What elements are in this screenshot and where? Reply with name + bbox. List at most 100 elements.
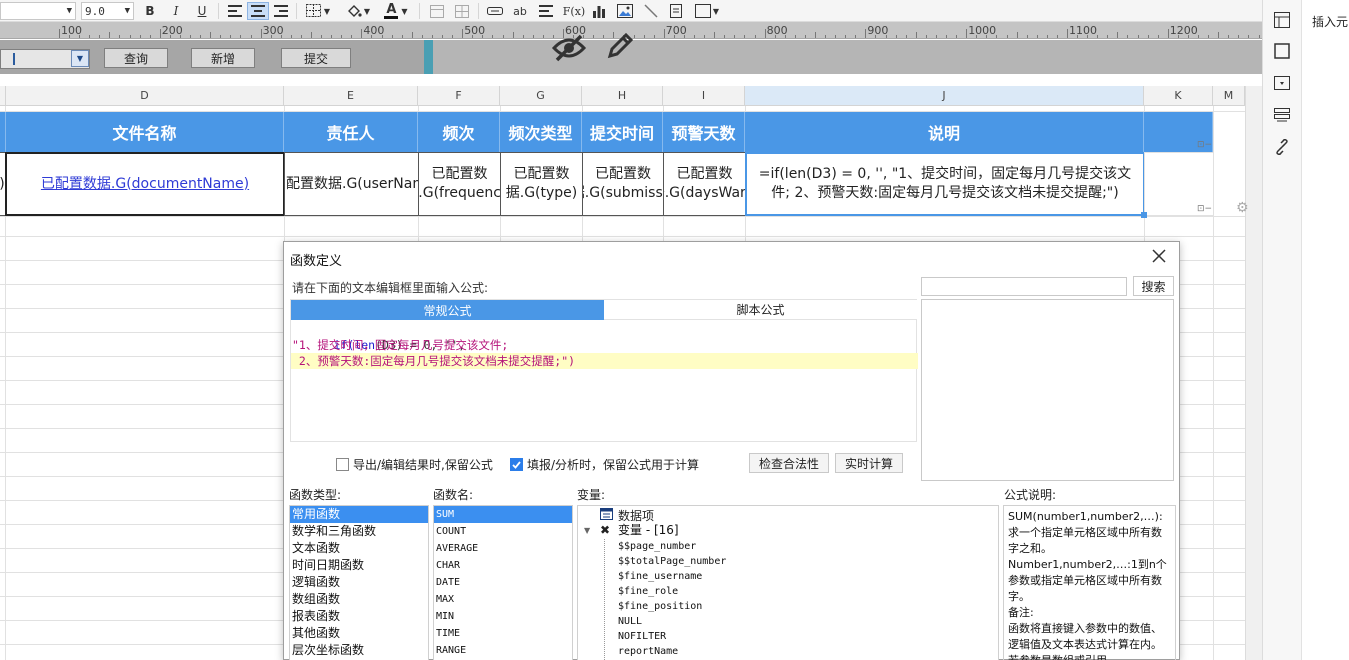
list-item[interactable]: 数学和三角函数 <box>290 523 428 540</box>
add-button[interactable]: 新增 <box>191 48 255 68</box>
realtime-calc-button[interactable]: 实时计算 <box>835 453 903 473</box>
list-item[interactable]: MIN <box>434 608 572 625</box>
tab-script-formula[interactable]: 脚本公式 <box>604 300 917 320</box>
checkbox[interactable] <box>336 457 349 471</box>
formula-button[interactable]: F(x) <box>562 2 586 20</box>
list-item[interactable]: COUNT <box>434 523 572 540</box>
align-center-icon[interactable] <box>247 2 269 20</box>
document-name-link[interactable]: 已配置数据.G(documentName) <box>41 175 249 194</box>
keep-formula-on-fill[interactable]: 填报/分析时，保留公式用于计算 <box>510 456 699 472</box>
function-name-list[interactable]: SUM COUNT AVERAGE CHAR DATE MAX MIN TIME… <box>433 505 573 660</box>
header-cell-description[interactable]: 说明 <box>745 112 1144 152</box>
variable-item[interactable]: $$totalPage_number <box>618 554 726 569</box>
list-item[interactable]: AVERAGE <box>434 540 572 557</box>
formula-editor[interactable]: 常规公式 脚本公式 if(len(D3) = 0, '', "1、提交时间，固定… <box>290 299 918 442</box>
insert-element-label[interactable]: 插入元 <box>1312 13 1348 30</box>
tab-regular-formula[interactable]: 常规公式 <box>291 300 604 320</box>
font-color-icon[interactable]: A ▼ <box>380 2 412 20</box>
list-item[interactable]: 时间日期函数 <box>290 557 428 574</box>
list-item[interactable]: 文本函数 <box>290 540 428 557</box>
link-icon[interactable] <box>486 2 504 20</box>
search-results[interactable] <box>921 299 1174 481</box>
code-line-3[interactable]: 2、预警天数:固定每月几号提交该文档未提交提醒;") <box>291 353 918 369</box>
eye-off-icon[interactable] <box>551 33 587 63</box>
list-item[interactable]: CHAR <box>434 557 572 574</box>
italic-button[interactable]: I <box>168 2 184 20</box>
dropdown-box-icon[interactable] <box>1273 74 1291 92</box>
cell-user-name[interactable]: 配置数据.G(userNam <box>284 152 419 216</box>
paragraph-icon[interactable] <box>537 2 555 20</box>
list-item[interactable]: DATE <box>434 574 572 591</box>
close-icon[interactable] <box>1151 248 1167 264</box>
header-cell-owner[interactable]: 责任人 <box>284 112 418 152</box>
sheet-scrollbar[interactable] <box>1245 86 1262 660</box>
fill-color-icon[interactable]: ▼ <box>342 2 374 20</box>
function-type-list[interactable]: 常用函数 数学和三角函数 文本函数 时间日期函数 逻辑函数 数组函数 报表函数 … <box>289 505 429 660</box>
list-item[interactable]: 其他函数 <box>290 625 428 642</box>
column-header-g[interactable]: G <box>500 86 582 106</box>
code-line-2[interactable]: "1、提交时间，固定每月几号提交该文件; <box>291 337 918 353</box>
cell-document-name[interactable]: 已配置数据.G(documentName) <box>5 152 285 216</box>
list-item[interactable]: 层次坐标函数 <box>290 642 428 659</box>
variable-item[interactable]: $$page_number <box>618 539 696 554</box>
widget-icon[interactable] <box>667 2 685 20</box>
variable-item[interactable]: NULL <box>618 614 642 629</box>
list-item[interactable]: SUM <box>434 506 572 523</box>
list-box-icon[interactable] <box>1273 106 1291 124</box>
variable-item[interactable]: reportName <box>618 644 678 659</box>
list-item[interactable]: 逻辑函数 <box>290 574 428 591</box>
expand-icon[interactable]: ⊡− <box>1197 140 1212 150</box>
variable-item[interactable]: $fine_role <box>618 584 678 599</box>
column-header-h[interactable]: H <box>582 86 663 106</box>
column-header-i[interactable]: I <box>663 86 745 106</box>
list-item[interactable]: 常用函数 <box>290 506 428 523</box>
insert-element-icon[interactable] <box>1273 11 1291 29</box>
header-cell-warning-days[interactable]: 预警天数 <box>663 112 745 152</box>
align-right-icon[interactable] <box>272 2 290 20</box>
variables-node[interactable]: 变量 - [16] <box>618 523 679 538</box>
cell-resize-handle-icon[interactable] <box>1141 212 1147 218</box>
cell-days-warning[interactable]: 已配置数据.G(daysWarni <box>663 152 746 216</box>
font-family-select[interactable]: ▼ <box>0 2 76 20</box>
list-item[interactable]: TIME <box>434 625 572 642</box>
link-chain-icon[interactable] <box>1273 138 1291 156</box>
header-cell-submit-time[interactable]: 提交时间 <box>582 112 663 152</box>
text-format-button[interactable]: ab <box>510 2 530 20</box>
variable-item[interactable]: $fine_position <box>618 599 702 614</box>
pencil-icon[interactable] <box>604 30 636 62</box>
merge-cells-icon[interactable] <box>428 2 446 20</box>
slash-icon[interactable] <box>642 2 660 20</box>
align-left-icon[interactable] <box>226 2 244 20</box>
chart-icon[interactable] <box>590 2 608 20</box>
keep-formula-on-export[interactable]: 导出/编辑结果时,保留公式 <box>336 456 493 472</box>
variable-item[interactable]: $fine_username <box>618 569 702 584</box>
column-header-m[interactable]: M <box>1213 86 1245 106</box>
column-header-f[interactable]: F <box>418 86 500 106</box>
cell-submission[interactable]: 已配置数据.G(submissio <box>582 152 664 216</box>
column-header-d[interactable]: D <box>6 86 284 106</box>
variable-item[interactable]: NOFILTER <box>618 629 666 644</box>
underline-button[interactable]: U <box>194 2 210 20</box>
data-items-node[interactable]: 数据项 <box>618 507 654 524</box>
cell-description-formula[interactable]: =if(len(D3) = 0, '', "1、提交时间，固定每月几号提交该文件… <box>745 152 1145 216</box>
list-item[interactable]: RANGE <box>434 642 572 659</box>
submit-button[interactable]: 提交 <box>281 48 351 68</box>
bold-button[interactable]: B <box>142 2 158 20</box>
column-header-k[interactable]: K <box>1144 86 1213 106</box>
gear-icon[interactable]: ⚙ <box>1236 200 1249 216</box>
frame-icon[interactable]: ▼ <box>694 2 720 20</box>
header-cell-frequency-type[interactable]: 频次类型 <box>500 112 582 152</box>
image-icon[interactable] <box>615 2 635 20</box>
check-validity-button[interactable]: 检查合法性 <box>749 453 829 473</box>
query-button[interactable]: 查询 <box>104 48 168 68</box>
square-icon[interactable] <box>1273 42 1291 60</box>
list-item[interactable]: MAX <box>434 591 572 608</box>
column-header-e[interactable]: E <box>284 86 418 106</box>
column-header-j[interactable]: J <box>745 86 1144 106</box>
header-cell-file-name[interactable]: 文件名称 <box>6 112 284 152</box>
variable-tree[interactable]: 数据项 ▼ ✖ 变量 - [16] $$page_number $$totalP… <box>577 505 999 660</box>
cell-type[interactable]: 已配置数据.G(type) <box>500 152 583 216</box>
search-button[interactable]: 搜索 <box>1133 276 1174 296</box>
list-item[interactable]: 报表函数 <box>290 608 428 625</box>
expand-icon[interactable]: ⊡− <box>1197 204 1212 214</box>
